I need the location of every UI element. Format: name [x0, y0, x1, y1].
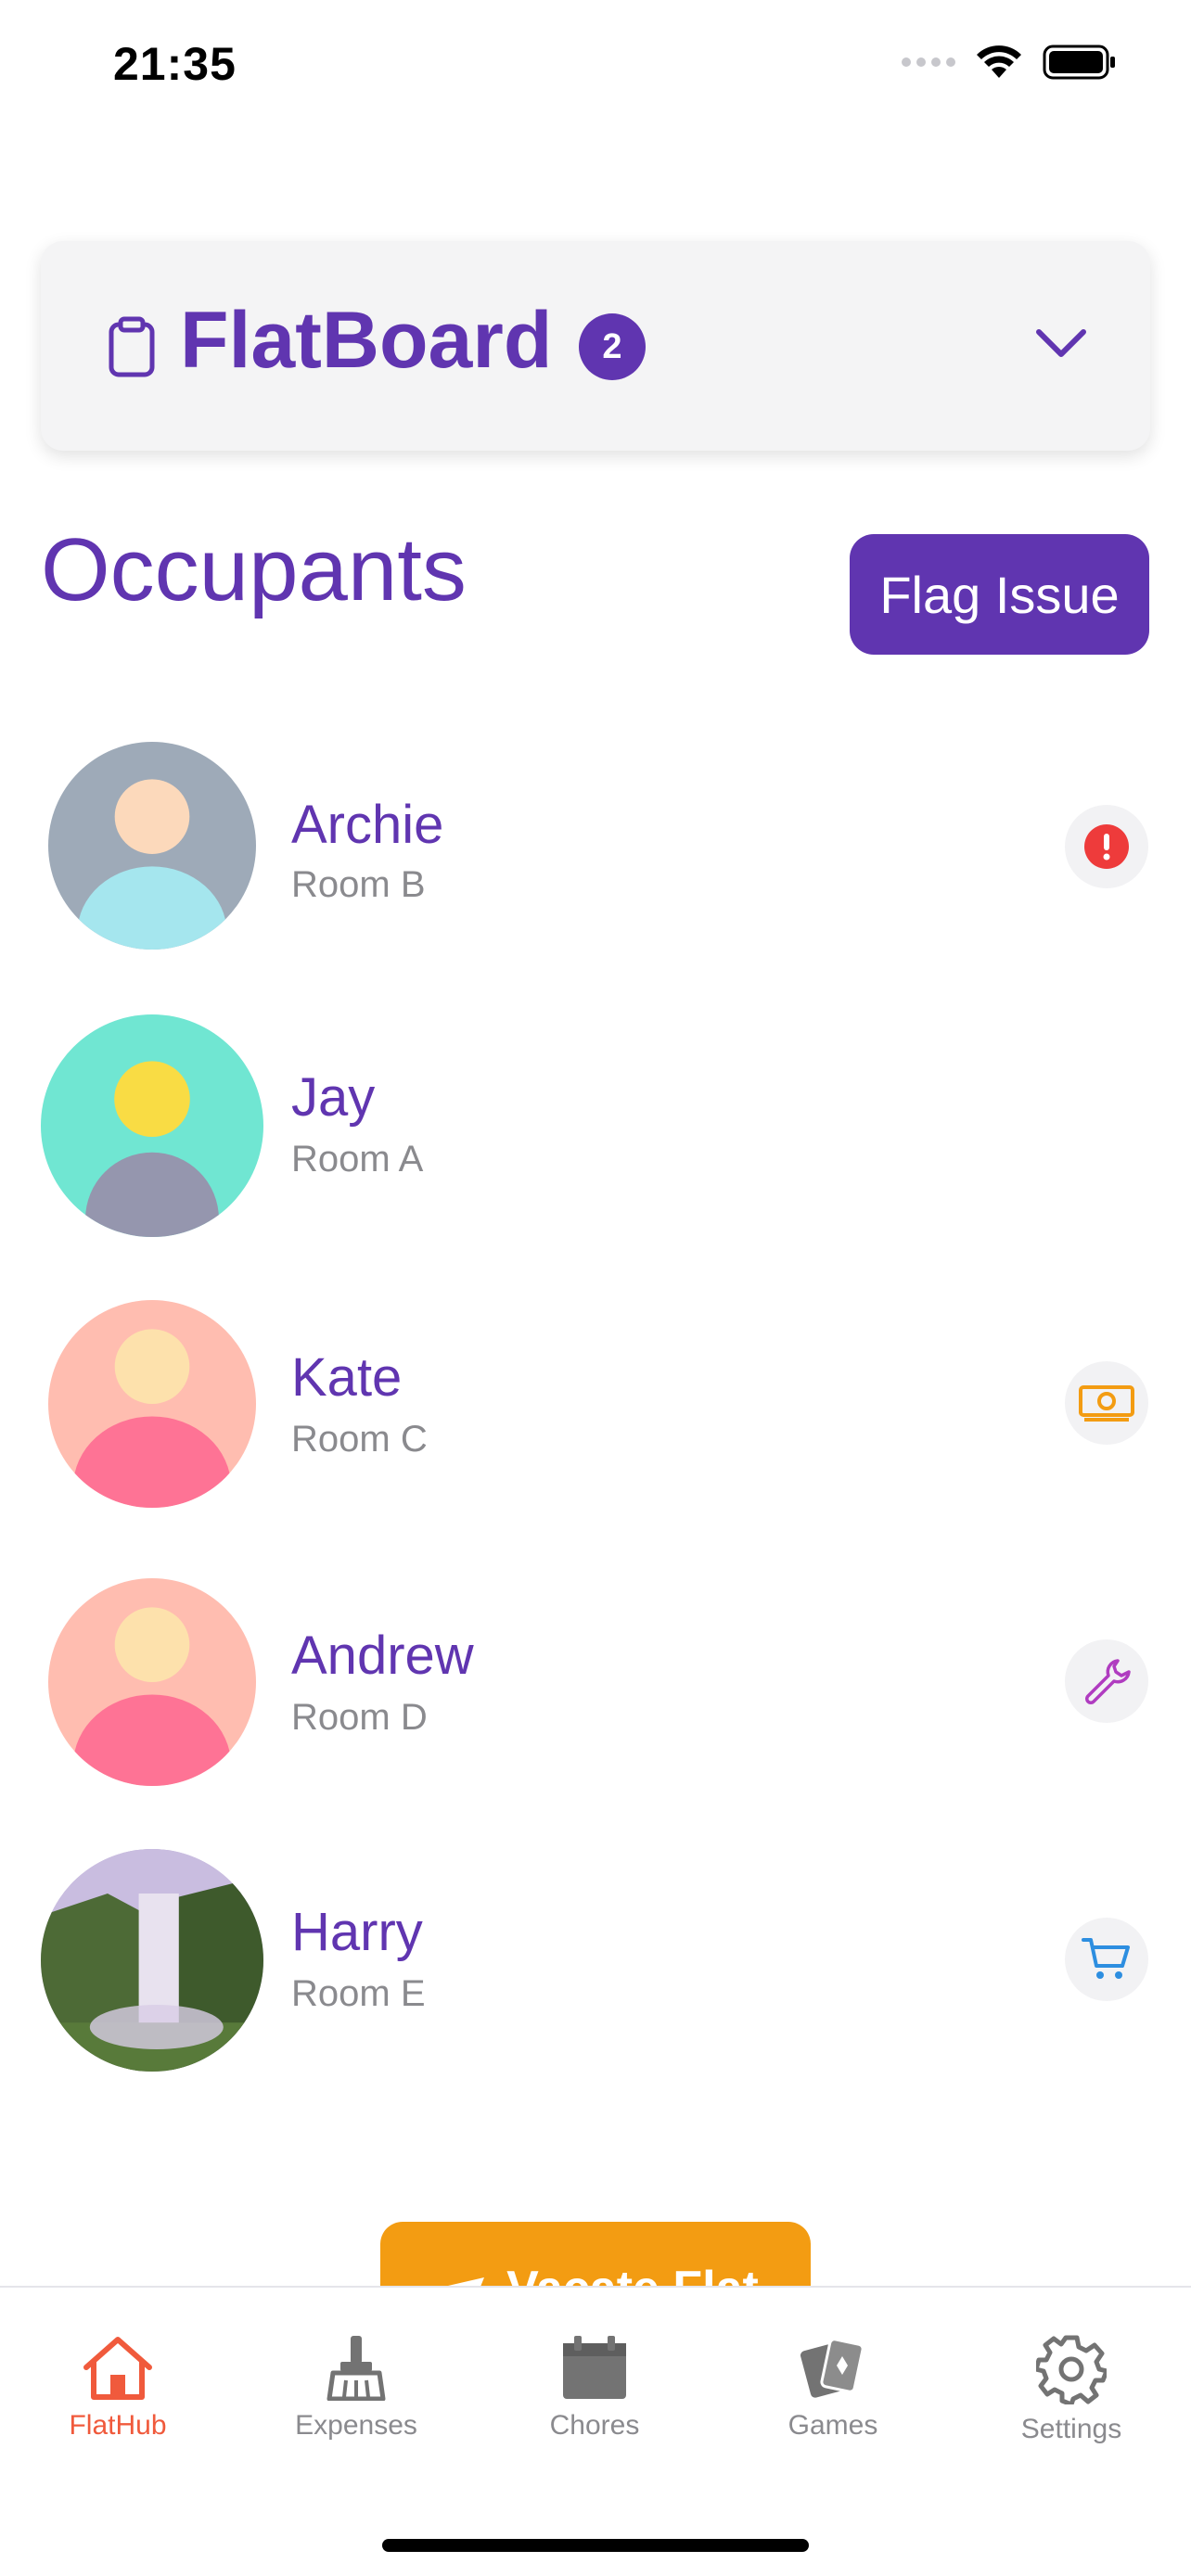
tab-chores[interactable]: Chores	[502, 2334, 687, 2442]
avatar	[48, 742, 256, 950]
tab-label: Settings	[1020, 2414, 1122, 2444]
occupant-room: Room E	[291, 1973, 426, 2014]
occupants-title: Occupants	[41, 520, 467, 619]
occupant-row-jay[interactable]: Jay Room A	[0, 1014, 1191, 1237]
occupant-row-andrew[interactable]: Andrew Room D	[0, 1578, 1191, 1801]
flatboard-card[interactable]: FlatBoard 2	[41, 241, 1150, 451]
signal-icon	[902, 57, 955, 67]
tab-bar: FlatHub Expenses Chores Games Settings	[0, 2286, 1191, 2576]
occupant-row-archie[interactable]: Archie Room B	[0, 742, 1191, 964]
tab-label: Games	[788, 2410, 878, 2441]
occupant-name: Kate	[291, 1347, 403, 1408]
notification-badge: 2	[579, 313, 646, 380]
tab-label: FlatHub	[69, 2410, 167, 2441]
occupant-name: Archie	[291, 795, 444, 855]
home-icon	[83, 2337, 152, 2400]
wifi-icon	[977, 45, 1021, 78]
avatar	[48, 1578, 256, 1786]
cart-icon[interactable]	[1065, 1918, 1148, 2001]
status-time: 21:35	[113, 38, 237, 90]
broom-icon	[327, 2336, 386, 2401]
occupant-room: Room A	[291, 1139, 424, 1180]
occupant-row-kate[interactable]: Kate Room C	[0, 1300, 1191, 1523]
wrench-icon[interactable]	[1065, 1639, 1148, 1723]
occupant-name: Harry	[291, 1902, 423, 1962]
calendar-icon	[563, 2336, 626, 2399]
alert-icon[interactable]	[1065, 805, 1148, 888]
flag-issue-button[interactable]: Flag Issue	[850, 534, 1149, 655]
gear-icon	[1036, 2335, 1107, 2404]
tab-flathub[interactable]: FlatHub	[25, 2334, 211, 2442]
occupant-name: Jay	[291, 1067, 376, 1128]
battery-icon	[1043, 45, 1115, 80]
tab-settings[interactable]: Settings	[979, 2334, 1164, 2445]
flatboard-title: FlatBoard	[180, 296, 553, 385]
cards-icon	[800, 2338, 864, 2398]
tab-games[interactable]: Games	[740, 2334, 926, 2442]
tab-expenses[interactable]: Expenses	[263, 2334, 449, 2442]
avatar	[48, 1300, 256, 1508]
avatar	[41, 1849, 263, 2072]
avatar	[41, 1014, 263, 1237]
chevron-down-icon[interactable]	[1033, 325, 1089, 362]
occupant-room: Room B	[291, 864, 426, 905]
status-icons	[902, 45, 1117, 80]
occupant-row-harry[interactable]: Harry Room E	[0, 1849, 1191, 2072]
occupant-room: Room D	[291, 1697, 428, 1738]
tab-label: Expenses	[295, 2410, 417, 2441]
clipboard-icon	[109, 316, 155, 377]
home-indicator	[382, 2539, 809, 2552]
occupant-room: Room C	[291, 1419, 428, 1460]
occupant-name: Andrew	[291, 1626, 474, 1686]
tab-label: Chores	[549, 2410, 640, 2441]
money-icon[interactable]	[1065, 1361, 1148, 1445]
